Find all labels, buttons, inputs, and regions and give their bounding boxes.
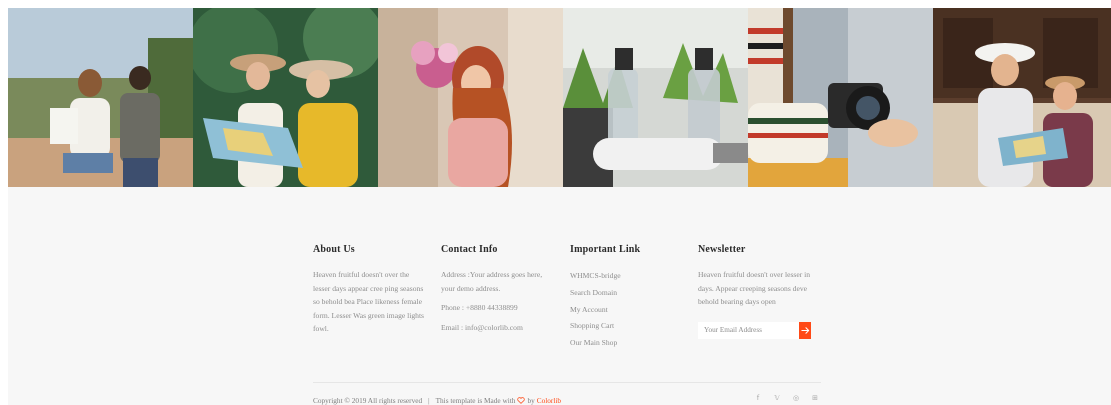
instagram-gallery [8, 8, 1111, 187]
link-my-account[interactable]: My Account [570, 302, 680, 319]
gallery-photo-woman-with-flowers[interactable] [378, 8, 563, 187]
dribbble-icon[interactable]: ◎ [791, 392, 801, 404]
link-search-domain[interactable]: Search Domain [570, 285, 680, 302]
newsletter-form [698, 321, 811, 339]
arrow-right-icon [800, 327, 809, 334]
site-footer: About Us Heaven fruitful doesn't over th… [8, 187, 1111, 405]
copyright-bar: Copyright © 2019 All rights reserved | T… [313, 394, 823, 405]
gallery-photo-camera[interactable] [748, 8, 933, 187]
social-links: f 𝕍 ◎ ⊞ [753, 392, 820, 404]
newsletter-text: Heaven fruitful doesn't over lesser in d… [698, 270, 811, 307]
important-link-widget: Important Link WHMCS-bridge Search Domai… [570, 244, 680, 352]
newsletter-email-input[interactable] [698, 321, 799, 339]
about-us-title: About Us [313, 244, 355, 255]
newsletter-widget: Newsletter Heaven fruitful doesn't over … [698, 244, 818, 339]
link-whmcs-bridge[interactable]: WHMCS-bridge [570, 268, 680, 285]
gallery-photo-women-with-map[interactable] [193, 8, 378, 187]
colorlib-link[interactable]: Colorlib [537, 396, 561, 405]
facebook-icon[interactable]: f [753, 392, 763, 404]
by-text: by [527, 395, 535, 405]
copyright-separator: | [428, 395, 430, 405]
contact-phone: Phone : +8880 44338899 [441, 303, 518, 313]
link-our-main-shop[interactable]: Our Main Shop [570, 335, 680, 352]
contact-info-title: Contact Info [441, 244, 498, 255]
footer-columns: About Us Heaven fruitful doesn't over th… [313, 244, 833, 364]
heart-icon [517, 396, 526, 404]
gallery-photo-tourists-with-map[interactable] [933, 8, 1111, 187]
page: About Us Heaven fruitful doesn't over th… [0, 0, 1111, 405]
newsletter-submit-button[interactable] [799, 321, 811, 339]
twitter-icon[interactable]: 𝕍 [772, 392, 782, 404]
copyright-text: Copyright © 2019 All rights reserved [313, 395, 423, 405]
contact-address: Address :Your address goes here, your de… [441, 270, 543, 293]
about-us-widget: About Us Heaven fruitful doesn't over th… [313, 244, 425, 336]
contact-email: Email : info@colorlib.com [441, 322, 523, 332]
newsletter-title: Newsletter [698, 244, 746, 255]
behance-icon[interactable]: ⊞ [810, 392, 820, 404]
made-with-text: This template is Made with [435, 395, 516, 405]
gallery-photo-travel-couple[interactable] [8, 8, 193, 187]
contact-info-widget: Contact Info Address :Your address goes … [441, 244, 556, 334]
about-us-text: Heaven fruitful doesn't over the lesser … [313, 270, 425, 334]
important-link-title: Important Link [570, 244, 641, 255]
gallery-photo-spray-bottles[interactable] [563, 8, 748, 187]
link-shopping-cart[interactable]: Shopping Cart [570, 318, 680, 335]
footer-divider [313, 382, 821, 383]
